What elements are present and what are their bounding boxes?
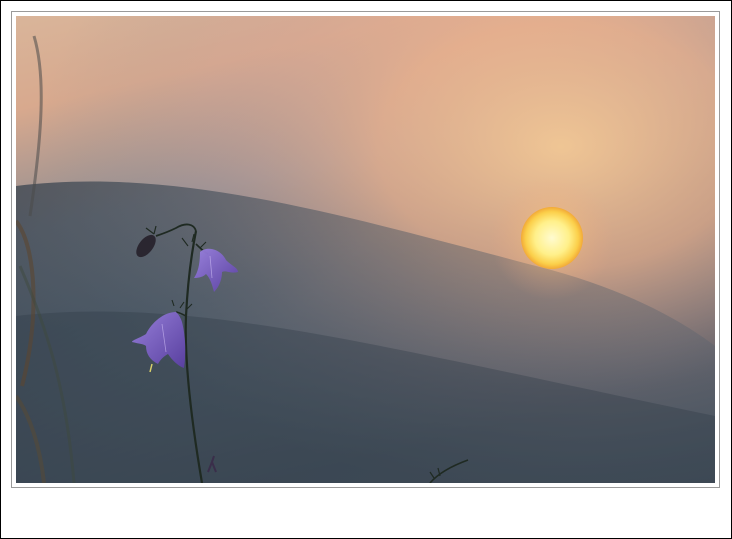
sun	[521, 207, 583, 269]
sunset-photo	[16, 16, 715, 483]
photo-canvas	[16, 16, 715, 483]
